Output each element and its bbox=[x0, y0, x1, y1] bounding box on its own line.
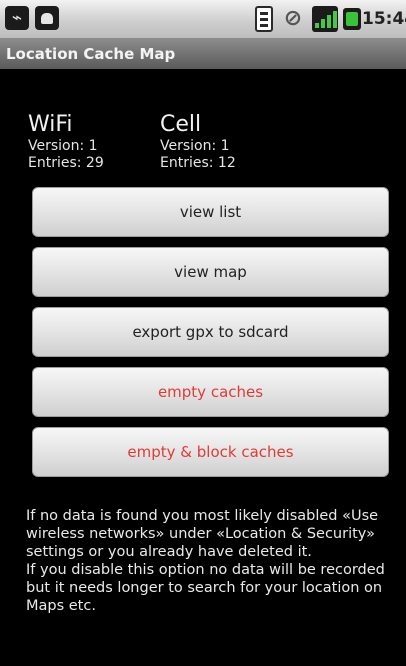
signal-icon bbox=[312, 6, 338, 32]
usb-icon: ⌁ bbox=[5, 6, 29, 30]
signal-off-icon: ⊘ bbox=[283, 6, 303, 31]
debug-icon bbox=[35, 6, 59, 30]
view-map-button[interactable]: view map bbox=[32, 247, 389, 297]
cell-title: Cell bbox=[160, 112, 202, 137]
help-paragraph-1: If no data is found you most likely disa… bbox=[26, 508, 379, 560]
export-gpx-button[interactable]: export gpx to sdcard bbox=[32, 307, 389, 357]
battery-icon bbox=[343, 8, 361, 30]
app-title-bar: Location Cache Map bbox=[0, 39, 406, 69]
wifi-version: Version: 1 bbox=[28, 138, 98, 154]
cell-version: Version: 1 bbox=[160, 138, 230, 154]
cell-stats: Cell Version: 1 Entries: 12 bbox=[160, 112, 236, 172]
cell-entries: Entries: 12 bbox=[160, 155, 236, 171]
view-list-button[interactable]: view list bbox=[32, 187, 389, 237]
wifi-title: WiFi bbox=[28, 112, 73, 137]
empty-caches-button[interactable]: empty caches bbox=[32, 367, 389, 417]
app-title: Location Cache Map bbox=[6, 45, 176, 63]
wifi-entries: Entries: 29 bbox=[28, 155, 104, 171]
clock: 15:44 bbox=[362, 9, 406, 29]
empty-block-caches-button[interactable]: empty & block caches bbox=[32, 427, 389, 477]
wifi-stats: WiFi Version: 1 Entries: 29 bbox=[28, 112, 104, 172]
status-bar: ⌁ ⊘ 15:44 bbox=[0, 0, 406, 39]
help-paragraph-2: If you disable this option no data will … bbox=[26, 562, 385, 614]
sim-icon bbox=[255, 6, 273, 32]
help-text: If no data is found you most likely disa… bbox=[26, 507, 396, 615]
